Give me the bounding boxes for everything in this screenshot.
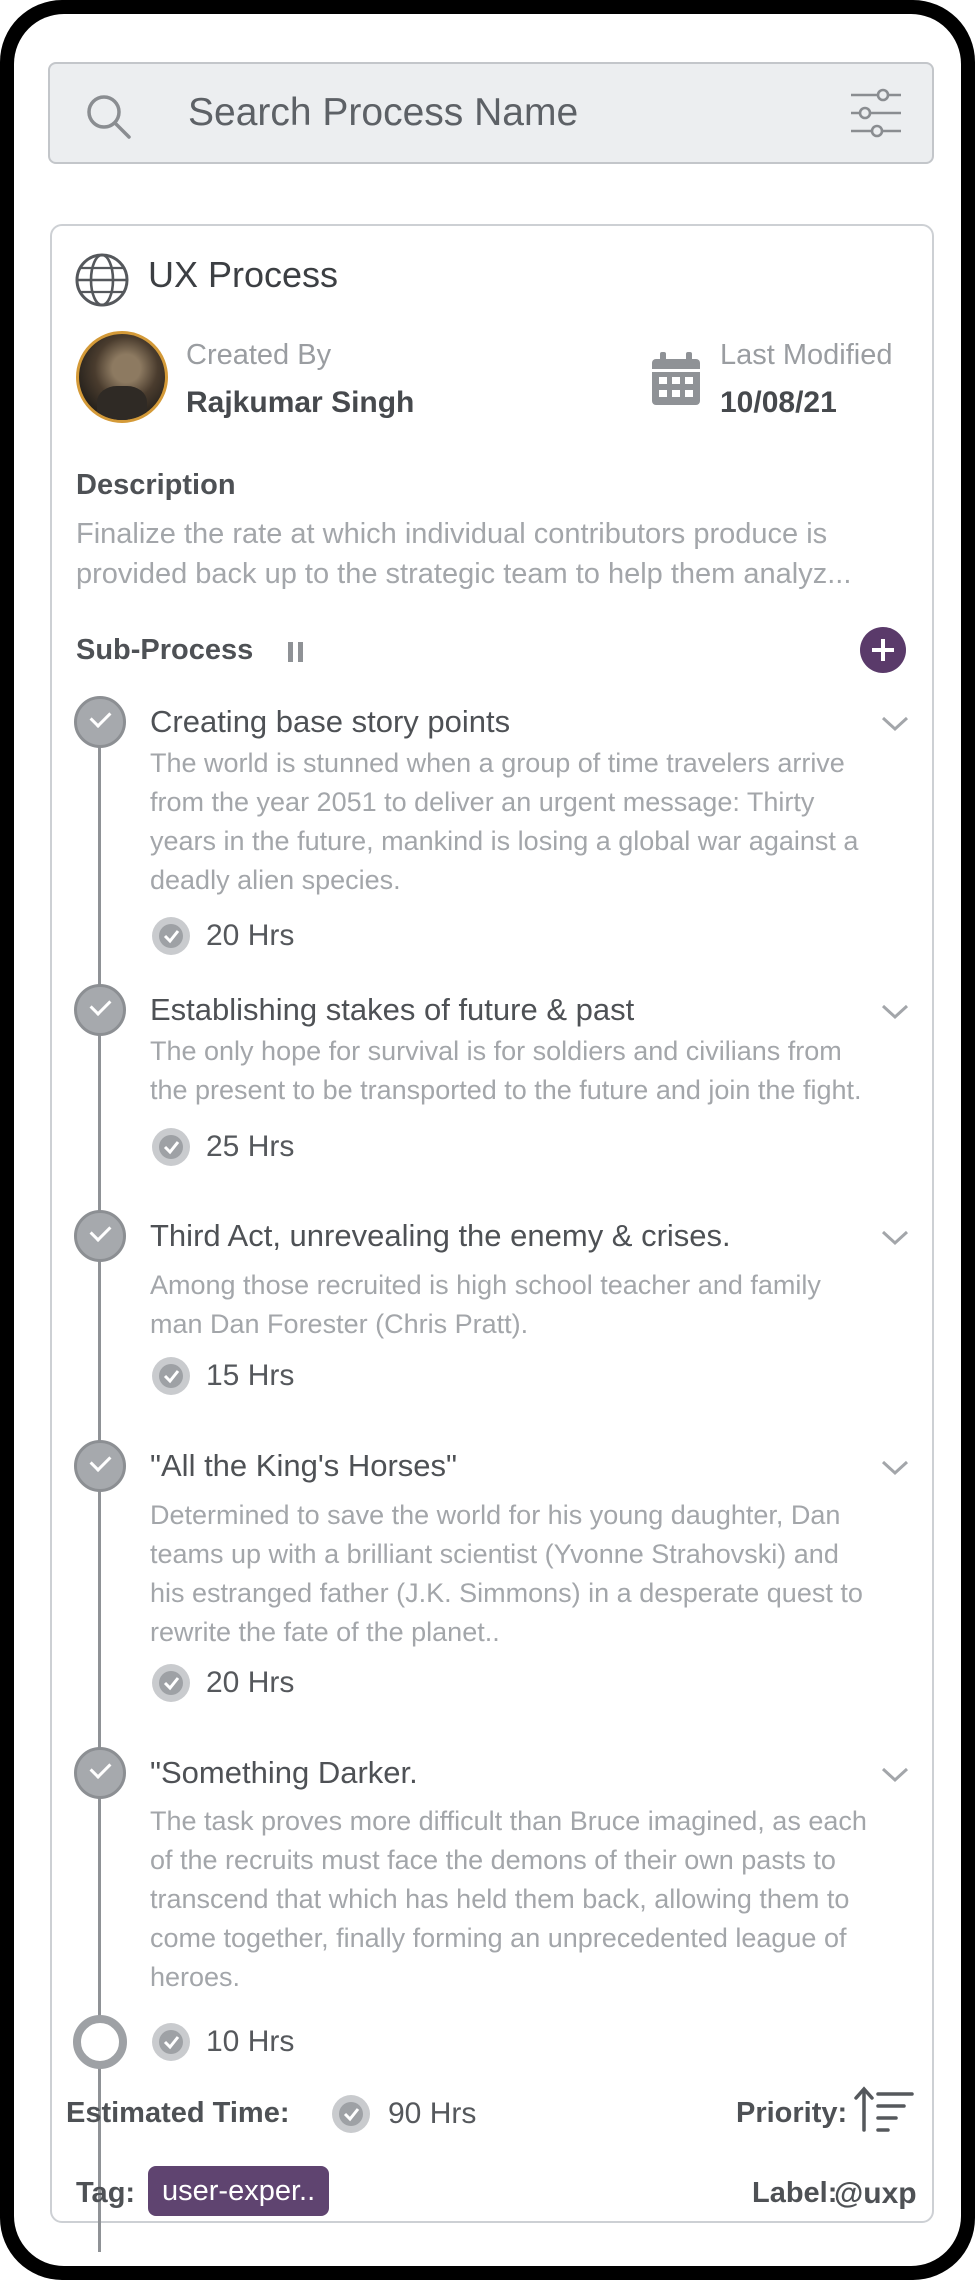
- tag-label: Tag:: [76, 2177, 136, 2209]
- time-badge-icon: [152, 1128, 190, 1166]
- add-subprocess-button[interactable]: [860, 627, 906, 673]
- step-hours: 10 Hrs: [206, 2025, 295, 2058]
- label-value: @uxp: [834, 2177, 917, 2210]
- time-badge-icon: [152, 1664, 190, 1702]
- search-input[interactable]: Search Process Name: [188, 64, 578, 162]
- timeline-end-marker: [73, 2015, 127, 2069]
- description-line: provided back up to the strategic team t…: [76, 558, 852, 590]
- process-title: UX Process: [148, 254, 339, 295]
- step-description: Determined to save the world for his you…: [150, 1500, 863, 1647]
- step-hours: 15 Hrs: [206, 1359, 295, 1392]
- step-hours: 25 Hrs: [206, 1130, 295, 1163]
- step-description: The only hope for survival is for soldie…: [150, 1036, 862, 1105]
- avatar: [76, 331, 168, 423]
- priority-label: Priority:: [736, 2097, 848, 2129]
- step-title[interactable]: Third Act, unrevealing the enemy & crise…: [150, 1218, 731, 1254]
- globe-icon: [75, 253, 129, 307]
- step-hours: 20 Hrs: [206, 1666, 295, 1699]
- chevron-down-icon[interactable]: [880, 1765, 910, 1785]
- chevron-down-icon[interactable]: [880, 714, 910, 734]
- tag-badge[interactable]: user-exper..: [148, 2166, 330, 2216]
- step-description: The world is stunned when a group of tim…: [150, 748, 859, 895]
- pause-icon[interactable]: [288, 642, 304, 662]
- step-title[interactable]: Establishing stakes of future & past: [150, 992, 634, 1028]
- time-badge-icon: [332, 2095, 370, 2133]
- step-title[interactable]: Creating base story points: [150, 704, 510, 740]
- last-modified-label: Last Modified: [720, 339, 893, 371]
- step-check-icon[interactable]: [74, 1440, 126, 1492]
- time-badge-icon: [152, 2023, 190, 2061]
- subprocess-label: Sub-Process: [76, 634, 254, 666]
- time-badge-icon: [152, 917, 190, 955]
- estimated-time-value: 90 Hrs: [388, 2097, 477, 2130]
- created-by-label: Created By: [186, 339, 332, 371]
- step-description: The task proves more difficult than Bruc…: [150, 1806, 867, 1992]
- estimated-time-label: Estimated Time:: [66, 2097, 290, 2129]
- priority-sort-icon[interactable]: [854, 2084, 916, 2134]
- search-icon: [87, 95, 131, 139]
- description-label: Description: [76, 469, 236, 501]
- created-by-name: Rajkumar Singh: [186, 386, 415, 419]
- step-check-icon[interactable]: [74, 1747, 126, 1799]
- process-card[interactable]: UX Process Created By Rajkumar Singh Las…: [50, 224, 934, 2252]
- time-badge-icon: [152, 1357, 190, 1395]
- chevron-down-icon[interactable]: [880, 1228, 910, 1248]
- step-check-icon[interactable]: [74, 984, 126, 1036]
- screen: Search Process Name UX Process Created B…: [14, 14, 961, 2266]
- filter-sliders-icon[interactable]: [849, 86, 903, 140]
- label-label: Label:: [752, 2177, 838, 2209]
- device-frame: Search Process Name UX Process Created B…: [0, 0, 975, 2280]
- step-title[interactable]: "Something Darker.: [150, 1755, 418, 1791]
- step-description: Among those recruited is high school tea…: [150, 1270, 821, 1339]
- search-bar[interactable]: Search Process Name: [48, 62, 934, 164]
- chevron-down-icon[interactable]: [880, 1002, 910, 1022]
- last-modified-date: 10/08/21: [720, 386, 837, 419]
- description-text: Finalize the rate at which individual co…: [76, 514, 906, 594]
- step-hours: 20 Hrs: [206, 919, 295, 952]
- step-title[interactable]: "All the King's Horses": [150, 1448, 457, 1484]
- calendar-icon: [652, 352, 700, 405]
- chevron-down-icon[interactable]: [880, 1458, 910, 1478]
- step-check-icon[interactable]: [74, 1210, 126, 1262]
- description-line: Finalize the rate at which individual co…: [76, 518, 828, 550]
- step-check-icon[interactable]: [74, 696, 126, 748]
